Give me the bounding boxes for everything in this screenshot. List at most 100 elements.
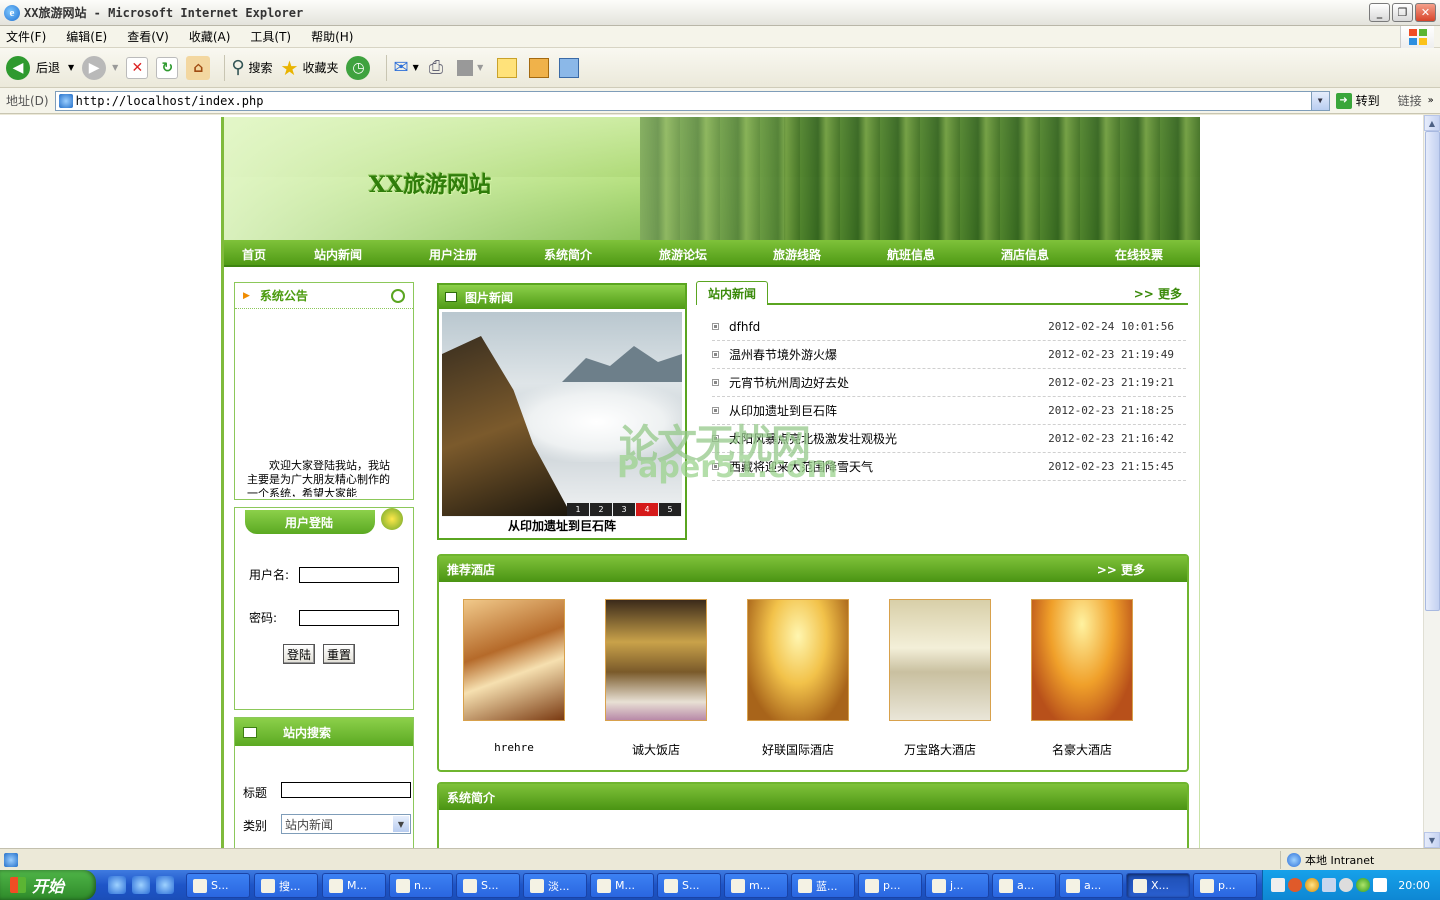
go-button[interactable]: ➜ 转到	[1335, 92, 1380, 109]
taskbar-task-active[interactable]: X...	[1126, 873, 1190, 898]
news-title[interactable]: 西藏将迎来大范围降雪天气	[729, 458, 873, 475]
volume-icon[interactable]	[1339, 878, 1354, 892]
news-item[interactable]: 太阳风暴点亮北极激发壮观极光 2012-02-23 21:16:42	[712, 425, 1186, 453]
news-item[interactable]: dfhfd 2012-02-24 10:01:56	[712, 313, 1186, 341]
hotel-photo[interactable]	[747, 599, 849, 721]
address-dropdown-icon[interactable]: ▼	[1310, 91, 1329, 110]
menu-tools[interactable]: 工具(T)	[250, 28, 291, 45]
menu-edit[interactable]: 编辑(E)	[66, 28, 107, 45]
taskbar-task[interactable]: S...	[186, 873, 250, 898]
taskbar-task[interactable]: M...	[322, 873, 386, 898]
pager-item[interactable]: 3	[613, 503, 635, 516]
forward-button[interactable]: ▶ ▼	[82, 55, 118, 80]
hotel-card[interactable]: hrehre	[463, 599, 565, 754]
reset-button[interactable]: 重置	[323, 644, 356, 664]
quicklaunch-desktop-icon[interactable]	[156, 876, 174, 894]
scroll-down-icon[interactable]: ▼	[1424, 832, 1440, 848]
pager-item[interactable]: 1	[567, 503, 589, 516]
hotel-name[interactable]: 诚大饭店	[605, 741, 707, 758]
pager-item-active[interactable]: 4	[636, 503, 658, 516]
research-icon[interactable]	[529, 57, 550, 78]
search-button[interactable]: ⚲ 搜索	[231, 57, 272, 78]
menu-favorites[interactable]: 收藏(A)	[189, 28, 231, 45]
news-item[interactable]: 从印加遗址到巨石阵 2012-02-23 21:18:25	[712, 397, 1186, 425]
category-select[interactable]: 站内新闻 ▼	[281, 814, 411, 834]
nav-intro[interactable]: 系统简介	[544, 246, 592, 263]
stop-icon[interactable]: ✕	[126, 56, 149, 79]
photo-caption[interactable]: 从印加遗址到巨石阵	[439, 517, 685, 534]
nav-hotels[interactable]: 酒店信息	[1001, 246, 1049, 263]
favorites-button[interactable]: ★ 收藏夹	[281, 56, 339, 80]
nav-home[interactable]: 首页	[242, 246, 266, 263]
chevron-down-icon[interactable]: ▼	[393, 816, 409, 832]
qq-icon[interactable]	[1305, 878, 1320, 892]
news-item[interactable]: 温州春节境外游火爆 2012-02-23 21:19:49	[712, 341, 1186, 369]
site-news-more-link[interactable]: >> 更多	[1134, 285, 1182, 302]
login-button[interactable]: 登陆	[283, 644, 316, 664]
nav-site-news[interactable]: 站内新闻	[314, 246, 362, 263]
hotel-name[interactable]: hrehre	[463, 741, 565, 754]
news-item[interactable]: 元宵节杭州周边好去处 2012-02-23 21:19:21	[712, 369, 1186, 397]
taskbar-task[interactable]: 淡...	[523, 873, 587, 898]
home-icon[interactable]: ⌂	[186, 55, 211, 80]
messenger-icon[interactable]	[559, 57, 580, 78]
taskbar-task[interactable]: n...	[389, 873, 453, 898]
hotel-photo[interactable]	[889, 599, 991, 721]
pager-item[interactable]: 2	[590, 503, 612, 516]
restore-button[interactable]: ❐	[1392, 3, 1413, 22]
nav-register[interactable]: 用户注册	[429, 246, 477, 263]
scroll-thumb[interactable]	[1425, 131, 1440, 611]
taskbar-task[interactable]: a...	[1059, 873, 1123, 898]
taskbar-task[interactable]: m...	[724, 873, 788, 898]
taskbar-task[interactable]: 搜...	[254, 873, 318, 898]
keyboard-icon[interactable]	[1271, 878, 1286, 892]
scroll-up-icon[interactable]: ▲	[1424, 115, 1440, 131]
news-title[interactable]: dfhfd	[729, 320, 760, 334]
hotel-photo[interactable]	[605, 599, 707, 721]
news-title[interactable]: 太阳风暴点亮北极激发壮观极光	[729, 430, 897, 447]
close-button[interactable]: ✕	[1415, 3, 1436, 22]
hotels-more-link[interactable]: >> 更多	[1097, 561, 1145, 578]
news-title[interactable]: 温州春节境外游火爆	[729, 346, 837, 363]
taskbar-task[interactable]: j...	[925, 873, 989, 898]
taskbar-task[interactable]: S...	[657, 873, 721, 898]
hotel-name[interactable]: 名豪大酒店	[1031, 741, 1133, 758]
taskbar-task[interactable]: p...	[858, 873, 922, 898]
quicklaunch-outlook-icon[interactable]	[132, 876, 150, 894]
hotel-card[interactable]: 诚大饭店	[605, 599, 707, 757]
refresh-icon[interactable]: ↻	[156, 56, 179, 79]
forward-dropdown-icon[interactable]: ▼	[112, 63, 118, 72]
hotel-photo[interactable]	[463, 599, 565, 721]
news-photo[interactable]	[442, 312, 682, 517]
tray-arrow-icon[interactable]	[1288, 878, 1303, 892]
nav-routes[interactable]: 旅游线路	[773, 246, 821, 263]
address-input[interactable]: http://localhost/index.php ▼	[54, 90, 1330, 111]
menu-file[interactable]: 文件(F)	[6, 28, 46, 45]
taskbar-task[interactable]: a...	[992, 873, 1056, 898]
hotel-name[interactable]: 万宝路大酒店	[889, 741, 991, 758]
links-button[interactable]: 链接	[1398, 92, 1422, 109]
site-news-tab[interactable]: 站内新闻	[696, 281, 768, 305]
username-input[interactable]	[299, 566, 399, 583]
back-dropdown-icon[interactable]: ▼	[68, 63, 74, 72]
back-button[interactable]: ◀ 后退 ▼	[6, 55, 74, 80]
news-title[interactable]: 从印加遗址到巨石阵	[729, 402, 837, 419]
messenger-tray-icon[interactable]	[1356, 878, 1371, 892]
news-item[interactable]: 西藏将迎来大范围降雪天气 2012-02-23 21:15:45	[712, 453, 1186, 481]
vertical-scrollbar[interactable]: ▲ ▼	[1423, 115, 1440, 848]
start-button[interactable]: 开始	[0, 870, 96, 900]
hotel-name[interactable]: 好联国际酒店	[747, 741, 849, 758]
news-title[interactable]: 元宵节杭州周边好去处	[729, 374, 849, 391]
search-title-input[interactable]	[281, 782, 411, 798]
pager-item[interactable]: 5	[659, 503, 681, 516]
edit-icon[interactable]	[457, 59, 474, 76]
password-input[interactable]	[299, 609, 399, 626]
mail-dropdown-icon[interactable]: ▼	[413, 63, 419, 72]
taskbar-task[interactable]: p...	[1193, 873, 1257, 898]
menu-view[interactable]: 查看(V)	[127, 28, 169, 45]
hotel-card[interactable]: 名豪大酒店	[1031, 599, 1133, 757]
nav-flights[interactable]: 航班信息	[887, 246, 935, 263]
nav-vote[interactable]: 在线投票	[1115, 246, 1163, 263]
links-chevron-icon[interactable]: »	[1428, 95, 1434, 106]
window-title-bar[interactable]: e XX旅游网站 - Microsoft Internet Explorer _…	[0, 0, 1440, 26]
